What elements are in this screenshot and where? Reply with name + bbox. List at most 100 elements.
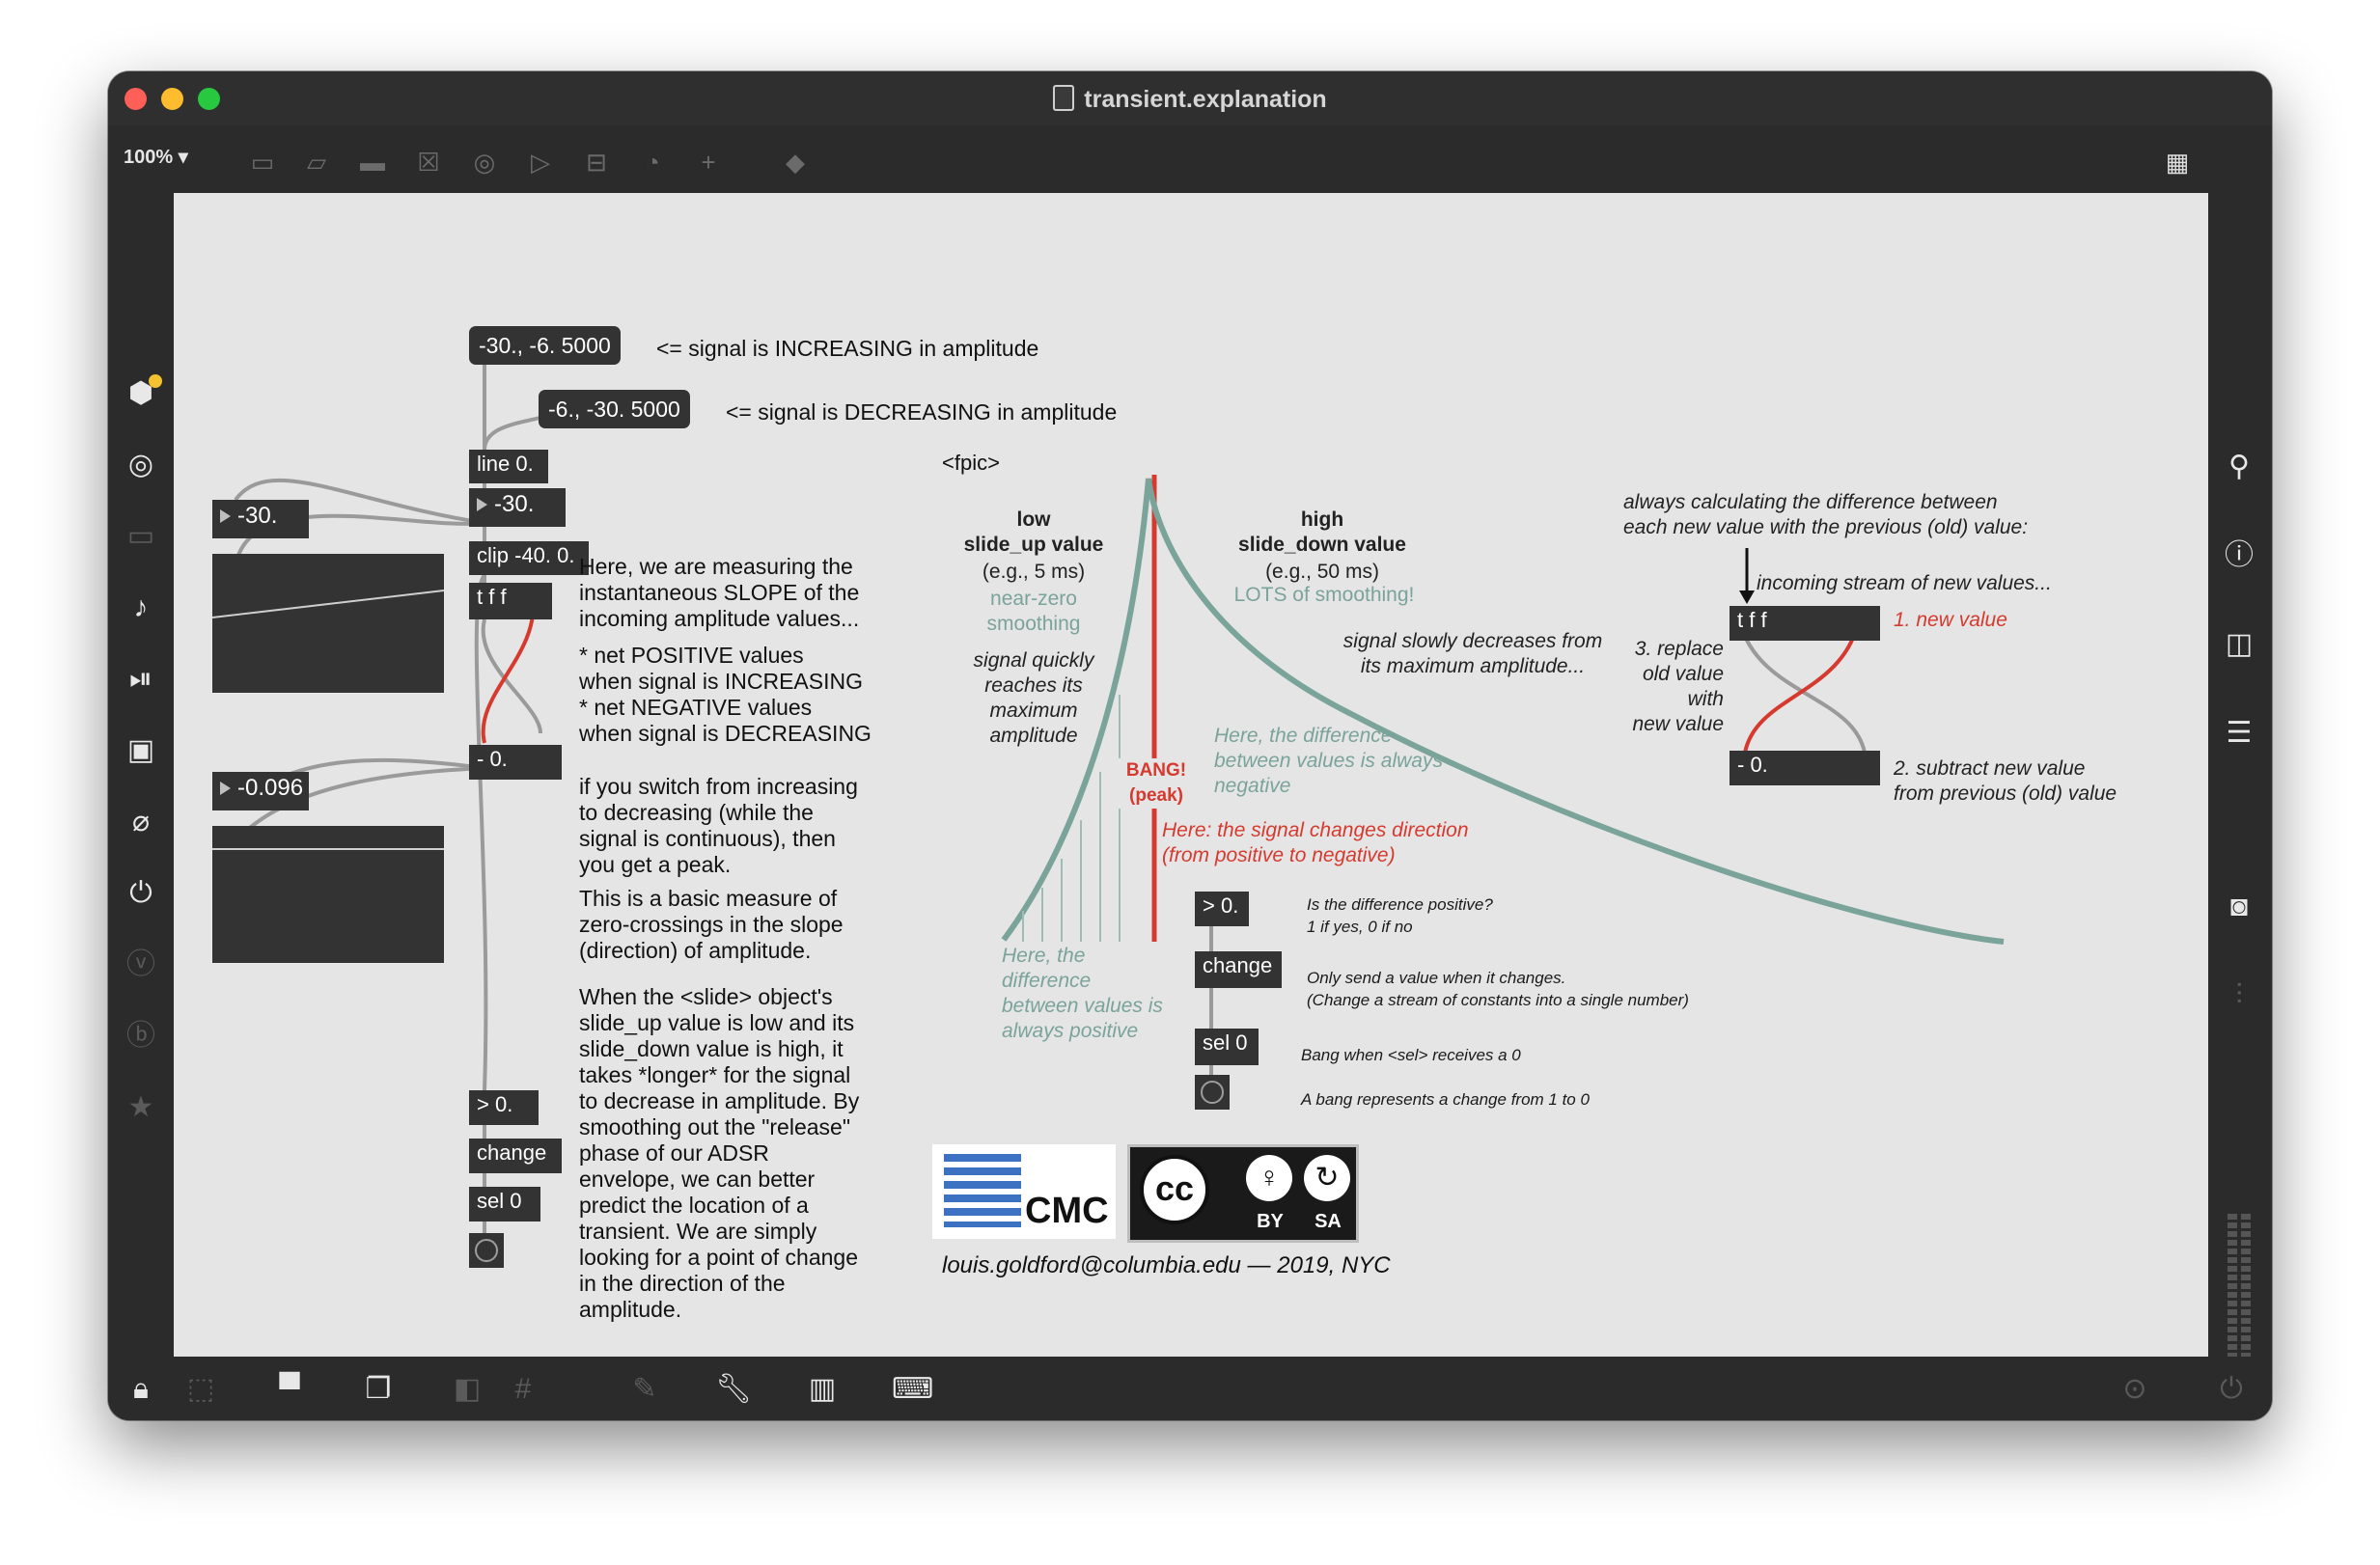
right-sidebar: ⚲ ⓘ ◫ ☰ ◙ ⫶ <box>2208 193 2272 1416</box>
note-sel: Bang when <sel> receives a 0 <box>1301 1046 1521 1064</box>
title-bar: transient.explanation <box>108 71 2272 125</box>
high-slide-title: high slide_down value <box>1238 508 1406 556</box>
scope-bottom <box>212 826 444 963</box>
cmc-text: CMC <box>1025 1191 1109 1231</box>
snapshot-icon[interactable]: ◙ <box>2220 888 2258 926</box>
comment-increasing: <= signal is INCREASING in amplitude <box>656 336 1039 361</box>
piano-icon[interactable]: ▥ <box>803 1370 842 1409</box>
scope-bottom-trace <box>212 848 444 850</box>
notification-dot <box>149 374 162 388</box>
list-icon[interactable]: ☰ <box>2220 714 2258 753</box>
credit-line: louis.goldford@columbia.edu — 2019, NYC <box>942 1252 1391 1278</box>
number-signal[interactable]: -30. <box>469 488 566 527</box>
dial-icon[interactable]: ◔ <box>637 147 668 178</box>
cc-license-badge: cc ♀ ↻ BY SA <box>1127 1144 1359 1243</box>
grid-snap-icon[interactable]: ◧ <box>448 1370 486 1409</box>
cmc-logo: CMC <box>932 1144 1116 1239</box>
object-icon[interactable]: ▭ <box>247 147 278 178</box>
object-clip[interactable]: clip -40. 0. <box>469 541 589 575</box>
message-icon[interactable]: ▱ <box>301 147 332 178</box>
bottom-bar: 🔒︎ ⬚ ▀ ❐ ◧ # ✎ 🔧︎ ▥ ⌨ ⊙ ⏻ <box>108 1357 2272 1420</box>
zoom-menu[interactable]: 100% ▾ <box>124 145 188 169</box>
sharealike-icon: ↻ <box>1304 1155 1350 1201</box>
lock-icon[interactable]: 🔒︎ <box>122 1370 160 1409</box>
low-slide-title: low slide_up value <box>963 508 1104 556</box>
patcher-canvas[interactable]: -30., -6. 5000 <= signal is INCREASING i… <box>174 193 2208 1357</box>
low-slide-sub: (e.g., 5 ms) <box>982 561 1086 583</box>
circle-target-icon[interactable]: ◎ <box>122 446 160 484</box>
diagram-object-sel[interactable]: sel 0 <box>1195 1029 1259 1065</box>
cc-icon: cc <box>1140 1155 1209 1224</box>
object-sel[interactable]: sel 0 <box>469 1187 540 1222</box>
comment-basic: This is a basic measure of zero-crossing… <box>579 886 844 963</box>
new-value-label: 1. new value <box>1894 609 2007 631</box>
comment-positive: * net POSITIVE values when signal is INC… <box>579 643 872 746</box>
vizzie-icon[interactable]: ⓥ <box>122 946 160 984</box>
grid-icon[interactable]: # <box>504 1370 542 1409</box>
info-icon[interactable]: ⓘ <box>2220 536 2258 575</box>
plug-icon[interactable]: ⏻ <box>122 874 160 913</box>
keyboard-icon[interactable]: ⌨ <box>892 1370 933 1409</box>
always-calculating: always calculating the difference betwee… <box>1623 491 2029 538</box>
difference-positive: Here, the difference between values is a… <box>1002 945 1163 1042</box>
diagram-bang-button[interactable] <box>1195 1075 1230 1110</box>
patcher-window: transient.explanation 100% ▾ ▭ ▱ ▬ ☒ ◎ ▷… <box>108 71 2272 1420</box>
button-icon[interactable]: ◎ <box>469 147 500 178</box>
diagram-object-change[interactable]: change <box>1195 951 1282 988</box>
quickly-reaches: signal quickly reaches its maximum ampli… <box>973 649 1094 747</box>
wrench-icon[interactable]: 🔧︎ <box>714 1370 753 1409</box>
left-sidebar: ⬢ ◎ ▭ ♪ ⏯ ▣ ⌀ ⏻ ⓥ ⓑ ★ <box>108 193 174 1357</box>
object-greater-than[interactable]: > 0. <box>469 1090 539 1125</box>
toggle-icon[interactable]: ☒ <box>413 147 444 178</box>
object-tff[interactable]: t f f <box>469 583 552 619</box>
comment-slide: When the <slide> object's slide_up value… <box>579 984 860 1322</box>
edit-select-icon[interactable]: ⬚ <box>181 1370 220 1409</box>
subtract-label: 2. subtract new value from previous (old… <box>1894 757 2117 805</box>
star-icon[interactable]: ★ <box>122 1088 160 1127</box>
beap-icon[interactable]: ⓑ <box>122 1017 160 1056</box>
presentation-icon[interactable]: ▀ <box>270 1370 309 1409</box>
arrow-head <box>1739 590 1755 604</box>
number-display-bottom[interactable]: -0.096 <box>212 772 309 810</box>
bang-button[interactable] <box>469 1233 504 1268</box>
add-object-icon[interactable]: ✎ <box>625 1370 664 1409</box>
comment-decreasing: <= signal is DECREASING in amplitude <box>726 399 1118 425</box>
reference-icon[interactable]: ◫ <box>2220 625 2258 664</box>
comment-switch: if you switch from increasing to decreas… <box>579 774 858 877</box>
cc-by-text: BY <box>1257 1211 1284 1232</box>
diagram-object-minus[interactable]: - 0. <box>1730 751 1880 785</box>
message-decreasing[interactable]: -6., -30. 5000 <box>539 390 690 428</box>
low-smoothing: near-zero smoothing <box>986 588 1081 635</box>
media-icon[interactable]: ⏯ <box>122 660 160 699</box>
console-icon[interactable]: ▭ <box>122 517 160 556</box>
paint-bucket-icon[interactable]: ◆ <box>780 147 811 178</box>
number-icon[interactable]: ▷ <box>525 147 556 178</box>
diagram-object-gt[interactable]: > 0. <box>1195 892 1249 926</box>
comment-icon[interactable]: ▬ <box>357 147 388 178</box>
bang-peak-label: BANG! (peak) <box>1118 758 1195 809</box>
slider-icon[interactable]: ⊟ <box>581 147 612 178</box>
search-icon[interactable]: ⚲ <box>2220 448 2258 486</box>
fpic-label: <fpic> <box>942 451 1000 475</box>
message-increasing[interactable]: -30., -6. 5000 <box>469 326 621 365</box>
add-icon[interactable]: + <box>693 147 724 178</box>
cord-tff-right-to-minus <box>481 618 542 734</box>
mixer-icon[interactable]: ⫶ <box>2220 976 2258 1015</box>
incoming-stream: incoming stream of new values... <box>1757 572 2052 594</box>
diagram-object-tff[interactable]: t f f <box>1730 606 1880 641</box>
high-slide-sub: (e.g., 50 ms) <box>1265 561 1379 583</box>
paperclip-icon[interactable]: ⌀ <box>122 803 160 841</box>
grid-menu-icon[interactable]: ▦ <box>2162 147 2193 178</box>
power-icon[interactable]: ⏻ <box>2212 1370 2251 1409</box>
object-minus[interactable]: - 0. <box>469 745 562 780</box>
transport-icon[interactable]: ⊙ <box>2116 1370 2154 1409</box>
object-line[interactable]: line 0. <box>469 450 548 483</box>
number-display-top[interactable]: -30. <box>212 500 309 538</box>
windows-icon[interactable]: ❐ <box>359 1370 398 1409</box>
difference-negative: Here, the difference between values is a… <box>1214 725 1443 797</box>
object-change[interactable]: change <box>469 1139 562 1173</box>
music-note-icon[interactable]: ♪ <box>122 589 160 627</box>
high-smoothing: LOTS of smoothing! <box>1233 584 1415 606</box>
image-icon[interactable]: ▣ <box>122 731 160 770</box>
replace-label: 3. replace old value with new value <box>1632 638 1724 735</box>
